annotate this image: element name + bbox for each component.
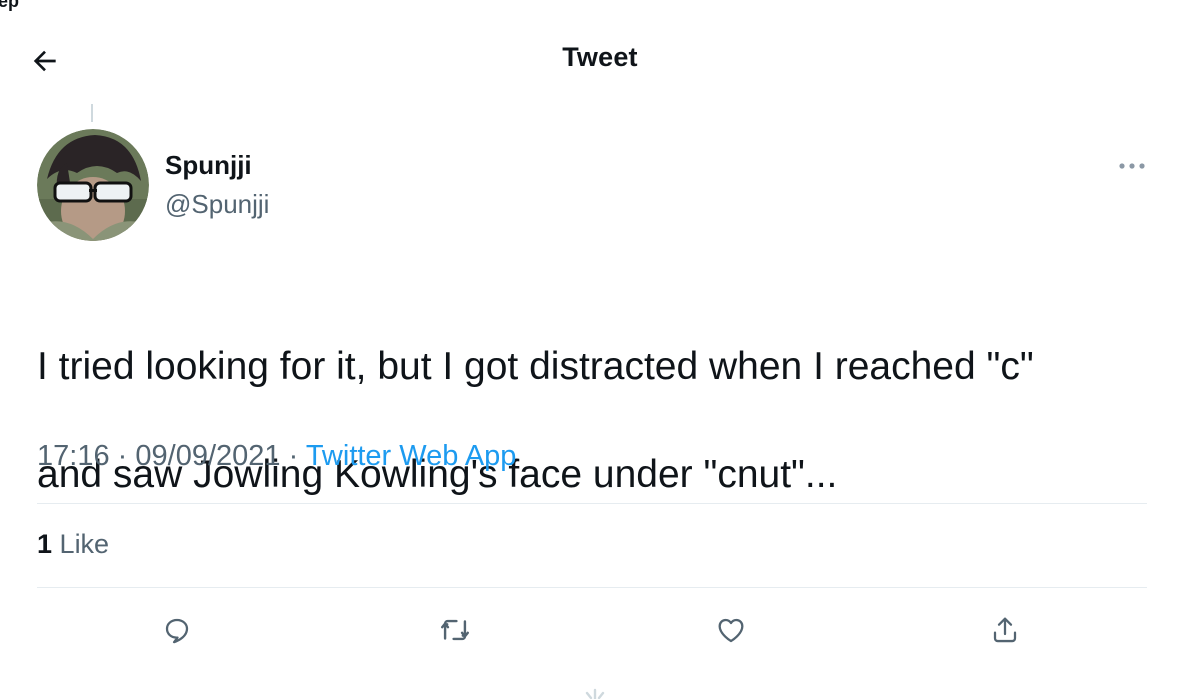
avatar[interactable] [37,129,149,241]
meta-separator: · [117,440,128,472]
meta-separator: · [288,440,299,472]
tweet-text: I tried looking for it, but I got distra… [37,286,1147,556]
author-name[interactable]: Spunjji [165,150,252,181]
page-title: Tweet [562,42,638,72]
divider [37,587,1147,588]
share-button[interactable] [983,608,1027,652]
tweet-source-link[interactable]: Twitter Web App [306,440,517,472]
user-photo [37,129,149,241]
retweet-button[interactable] [433,608,477,652]
header-bar: Tweet [0,18,1200,104]
heart-icon [718,618,744,643]
like-count: 1 [37,529,53,559]
reply-button[interactable] [155,608,199,652]
tweet-time[interactable]: 17:16 [37,440,110,472]
more-options-button[interactable] [1112,152,1152,180]
like-label: Like [59,529,110,559]
tweet-metadata: 17:16 · 09/09/2021 · Twitter Web App [37,440,516,473]
thread-connector-line [91,104,93,122]
divider [37,503,1147,504]
tweet-page: ep Tweet Spunjji @Spunjji I tried lookin… [0,0,1200,699]
reply-icon [165,618,189,644]
more-horizontal-icon [1119,163,1145,169]
author-handle[interactable]: @Spunjji [165,189,269,220]
tweet-text-line: I tried looking for it, but I got distra… [37,345,1034,388]
share-icon [993,617,1017,643]
likes-stat[interactable]: 1 Like [37,529,109,560]
retweet-icon [441,619,469,641]
like-button[interactable] [709,608,753,652]
loading-spinner-icon [580,686,610,699]
tweet-date[interactable]: 09/09/2021 [135,440,280,472]
corner-text-fragment: ep [0,0,20,11]
